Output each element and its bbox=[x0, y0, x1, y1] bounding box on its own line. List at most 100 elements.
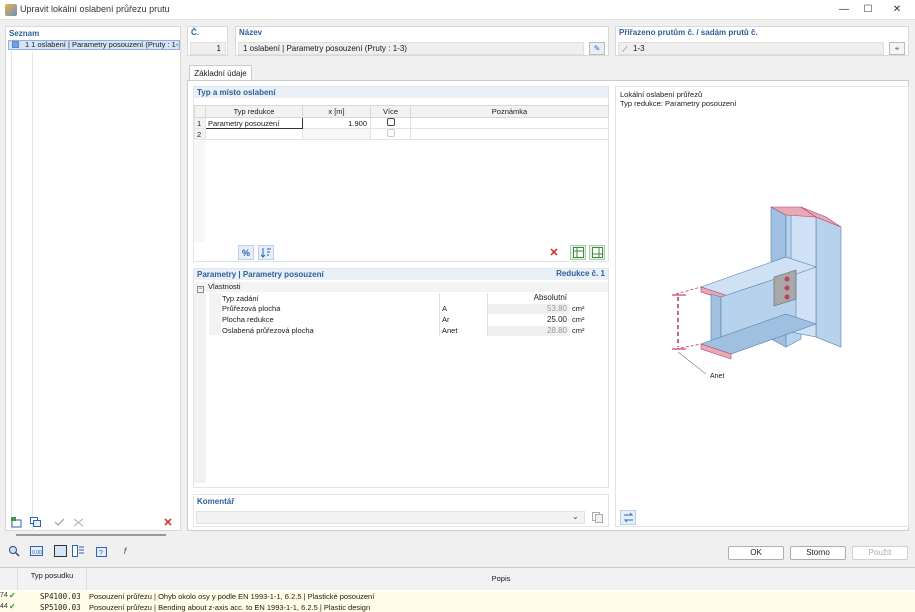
sort-icon[interactable] bbox=[258, 245, 274, 260]
more-checkbox[interactable] bbox=[386, 129, 395, 137]
params-indent bbox=[209, 293, 221, 335]
column-header[interactable]: Poznámka bbox=[410, 105, 609, 118]
table-row[interactable]: 2 bbox=[194, 128, 609, 140]
column-header[interactable]: Typ posudku bbox=[18, 568, 87, 590]
comment-library-icon[interactable] bbox=[589, 510, 605, 525]
column-header[interactable]: x [m] bbox=[302, 105, 371, 118]
assign-label: Přiřazeno prutům č. / sadám prutů č. bbox=[619, 28, 758, 37]
delete-row-icon[interactable]: ✕ bbox=[546, 245, 562, 260]
check-description: Posouzení průřezu | Ohyb okolo osy y pod… bbox=[89, 592, 375, 601]
table-row[interactable]: 74 ✔ SP4100.03 Posouzení průřezu | Ohyb … bbox=[0, 591, 915, 602]
prop-value: 53.80 bbox=[488, 304, 570, 314]
table-import-icon[interactable] bbox=[589, 245, 605, 260]
search-icon[interactable] bbox=[6, 543, 22, 558]
list-scrollbar[interactable] bbox=[16, 534, 166, 536]
check-icon[interactable] bbox=[52, 515, 68, 530]
results-table: Typ posudku Popis 74 ✔ SP4100.03 Posouze… bbox=[0, 567, 915, 612]
prop-symbol: Anet bbox=[442, 326, 458, 335]
prop-value[interactable]: 25.00 bbox=[488, 315, 570, 325]
prop-label: Plocha redukce bbox=[222, 315, 274, 324]
list-item-label: 1 1 oslabení | Parametry posouzení (Prut… bbox=[25, 40, 180, 49]
table-export-icon[interactable] bbox=[570, 245, 586, 260]
cancel-button[interactable]: Storno bbox=[790, 546, 846, 560]
note-cell[interactable] bbox=[410, 128, 609, 140]
prop-unit: cm² bbox=[572, 304, 585, 313]
rownum-header bbox=[194, 105, 206, 118]
member-icon: ⟋ bbox=[622, 45, 628, 54]
check-code: SP4100.03 bbox=[40, 592, 81, 601]
reduction-type-cell[interactable]: Parametry posouzení bbox=[205, 117, 303, 129]
x-cell[interactable]: 1.900 bbox=[302, 117, 371, 129]
prop-symbol: A bbox=[442, 304, 448, 313]
params-panel: Parametry | Parametry posouzení Redukce … bbox=[193, 268, 609, 488]
reduction-type-cell[interactable] bbox=[205, 128, 303, 140]
note-cell[interactable] bbox=[410, 117, 609, 129]
row-prefix: 44 bbox=[0, 603, 8, 610]
name-panel: Název 1 oslabení | Parametry posouzení (… bbox=[235, 26, 609, 56]
reduction-table: Typ redukce x [m] Více Poznámka 1 Parame… bbox=[194, 105, 609, 140]
name-field[interactable]: 1 oslabení | Parametry posouzení (Pruty … bbox=[238, 42, 584, 55]
more-checkbox[interactable] bbox=[386, 118, 395, 126]
x-cell[interactable] bbox=[302, 128, 371, 140]
table-row[interactable]: 44 ✔ SP5100.03 Posouzení průřezu | Bendi… bbox=[0, 602, 915, 612]
row-gutter bbox=[194, 141, 205, 242]
close-button[interactable]: ✕ bbox=[889, 2, 905, 18]
list-item[interactable]: 1 1 oslabení | Parametry posouzení (Prut… bbox=[8, 40, 180, 50]
swap-view-icon[interactable] bbox=[620, 510, 636, 525]
percent-icon[interactable]: % bbox=[238, 245, 254, 260]
section-reduction-illustration bbox=[672, 206, 842, 375]
units-icon[interactable]: 0.00 bbox=[28, 543, 44, 558]
check-code: SP5100.03 bbox=[40, 603, 81, 612]
anet-annotation: Anet bbox=[710, 373, 725, 380]
column-divider bbox=[487, 293, 488, 336]
select-members-icon[interactable]: ⌖ bbox=[889, 42, 905, 55]
comment-label: Komentář bbox=[197, 497, 235, 506]
delete-item-icon[interactable]: ✕ bbox=[160, 515, 176, 530]
function-icon[interactable]: f bbox=[117, 543, 133, 558]
column-divider bbox=[439, 293, 440, 336]
column-header[interactable]: Více bbox=[370, 105, 411, 118]
comment-input[interactable] bbox=[196, 511, 585, 524]
group-label: Vlastnosti bbox=[208, 282, 241, 291]
row-number: 1 bbox=[194, 117, 206, 129]
maximize-button[interactable]: ☐ bbox=[860, 2, 876, 18]
app-icon bbox=[5, 4, 17, 16]
params-gutter bbox=[194, 293, 206, 483]
number-field[interactable]: 1 bbox=[190, 42, 226, 55]
row-prefix: 74 bbox=[0, 592, 8, 599]
tree-line bbox=[32, 51, 33, 531]
params-reduction-no: Redukce č. 1 bbox=[556, 269, 605, 278]
info-icon[interactable]: ? bbox=[94, 543, 110, 558]
prop-value: 28.80 bbox=[488, 326, 570, 336]
reduction-panel: Typ a místo oslabení Typ redukce x [m] V… bbox=[193, 86, 609, 262]
assign-panel: Přiřazeno prutům č. / sadám prutů č. ⟋ 1-… bbox=[615, 26, 909, 56]
prop-value[interactable]: Absolutní bbox=[488, 293, 570, 303]
reduction-header: Typ a místo oslabení bbox=[194, 87, 608, 98]
assign-field[interactable]: ⟋ 1-3 bbox=[618, 42, 884, 55]
check-icon: ✔ bbox=[9, 602, 16, 611]
results-gutter bbox=[0, 568, 18, 590]
edit-name-icon[interactable]: ✎ bbox=[589, 42, 605, 55]
more-cell[interactable] bbox=[370, 117, 411, 129]
window-title: Upravit lokální oslabení průřezu prutu bbox=[20, 4, 170, 14]
list-item-color-icon bbox=[12, 41, 19, 48]
apply-button[interactable]: Použít bbox=[852, 546, 908, 560]
tab-basic-data[interactable]: Základní údaje bbox=[189, 65, 252, 81]
check-description: Posouzení průřezu | Bending about z-axis… bbox=[89, 603, 371, 612]
ok-button[interactable]: OK bbox=[728, 546, 784, 560]
new-item-icon[interactable] bbox=[9, 515, 25, 530]
table-row[interactable]: 1 Parametry posouzení 1.900 bbox=[194, 117, 609, 129]
column-header[interactable]: Typ redukce bbox=[205, 105, 303, 118]
column-header[interactable]: Popis bbox=[87, 568, 915, 590]
more-cell[interactable] bbox=[370, 128, 411, 140]
color-icon[interactable] bbox=[52, 543, 68, 558]
collapse-icon[interactable]: − bbox=[197, 286, 204, 293]
uncheck-icon[interactable] bbox=[71, 515, 87, 530]
prop-symbol: Ar bbox=[442, 315, 450, 324]
prop-unit: cm² bbox=[572, 315, 585, 324]
table-icon[interactable] bbox=[70, 543, 86, 558]
chevron-down-icon[interactable]: ⌄ bbox=[572, 512, 579, 521]
minimize-button[interactable]: — bbox=[836, 2, 852, 18]
copy-item-icon[interactable] bbox=[28, 515, 44, 530]
group-row[interactable]: − Vlastnosti bbox=[194, 282, 608, 293]
